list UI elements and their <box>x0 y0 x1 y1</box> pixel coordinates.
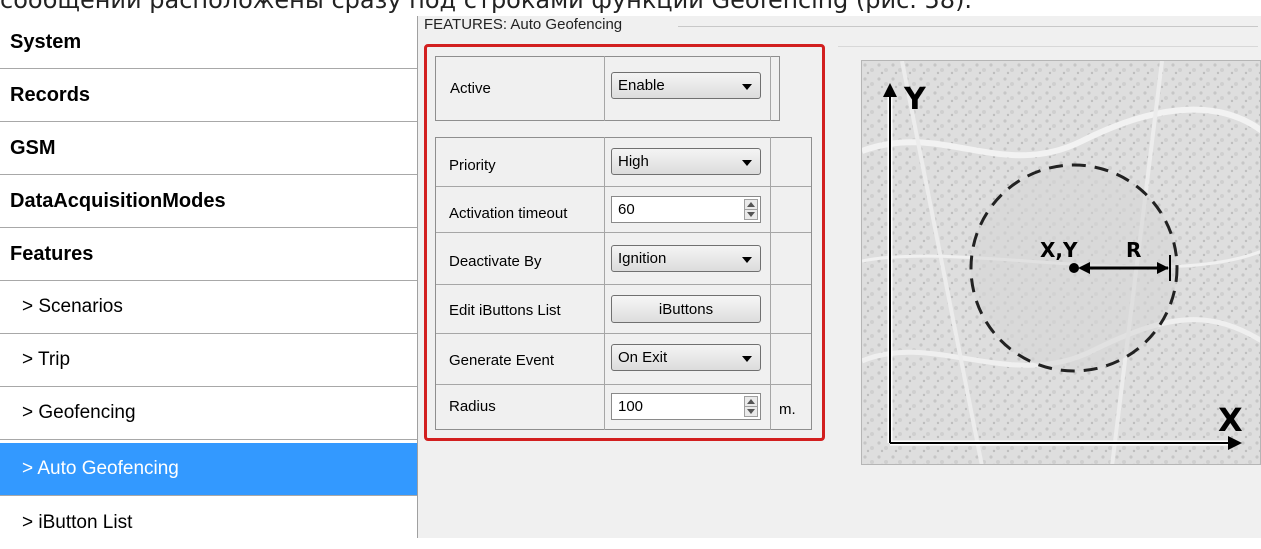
center-label: X,Y <box>1040 238 1078 262</box>
document-text: сообщений расположены сразу под строками… <box>0 0 973 14</box>
sidebar-item-gsm[interactable]: GSM <box>0 122 417 175</box>
generate-event-select[interactable]: On Exit <box>611 344 761 371</box>
sidebar-item-label: > iButton List <box>22 511 133 533</box>
group-border-inner <box>838 46 1258 47</box>
chevron-down-icon <box>742 356 752 362</box>
geofence-illustration: Y X X,Y R <box>862 61 1260 464</box>
deactivate-by-label: Deactivate By <box>449 253 542 270</box>
sidebar-item-data-acquisition-modes[interactable]: DataAcquisitionModes <box>0 175 417 228</box>
sidebar-item-label: > Scenarios <box>22 296 123 317</box>
sidebar-item-scenarios[interactable]: > Scenarios <box>0 281 417 334</box>
spinner-arrows-icon[interactable] <box>744 199 758 220</box>
radius-unit: m. <box>779 401 796 418</box>
sidebar-item-records[interactable]: Records <box>0 69 417 122</box>
x-axis-label: X <box>1218 401 1243 439</box>
sidebar-item-features[interactable]: Features <box>0 228 417 281</box>
spinner-arrows-icon[interactable] <box>744 396 758 417</box>
radius-value: 100 <box>618 398 644 415</box>
activation-timeout-stepper[interactable]: 60 <box>611 196 761 223</box>
ibuttons-button[interactable]: iButtons <box>611 295 761 323</box>
document-text-strip: сообщений расположены сразу под строками… <box>0 0 1261 16</box>
active-value: Enable <box>618 77 665 94</box>
sidebar-item-label: > Auto Geofencing <box>22 458 179 479</box>
active-select[interactable]: Enable <box>611 72 761 99</box>
deactivate-by-value: Ignition <box>618 250 667 267</box>
sidebar-item-label: > Geofencing <box>22 402 136 423</box>
priority-value: High <box>618 153 649 170</box>
priority-label: Priority <box>449 157 496 174</box>
geofence-diagram: Y X X,Y R <box>861 60 1261 465</box>
highlight-frame <box>424 44 825 441</box>
sidebar-item-label: > Trip <box>22 349 71 370</box>
group-border <box>678 26 1258 27</box>
radius-label: Radius <box>449 398 496 415</box>
priority-select[interactable]: High <box>611 148 761 175</box>
chevron-down-icon <box>742 257 752 263</box>
generate-event-value: On Exit <box>618 349 668 366</box>
edit-ibuttons-label: Edit iButtons List <box>449 302 561 319</box>
group-title: FEATURES: Auto Geofencing <box>422 16 625 33</box>
sidebar-item-geofencing[interactable]: > Geofencing <box>0 387 417 440</box>
sidebar-item-label: Records <box>10 83 91 106</box>
sidebar-item-system[interactable]: System <box>0 16 417 69</box>
y-axis-label: Y <box>903 82 927 117</box>
chevron-down-icon <box>742 160 752 166</box>
sidebar-item-ibutton-list[interactable]: > iButton List <box>0 496 417 549</box>
sidebar-item-label: GSM <box>10 136 56 159</box>
radius-stepper[interactable]: 100 <box>611 393 761 420</box>
sidebar-item-label: Features <box>10 242 94 265</box>
deactivate-by-select[interactable]: Ignition <box>611 245 761 272</box>
activation-timeout-label: Activation timeout <box>449 205 568 222</box>
generate-event-label: Generate Event <box>449 352 555 369</box>
active-label: Active <box>450 80 491 97</box>
ibuttons-button-label: iButtons <box>658 300 714 318</box>
activation-timeout-value: 60 <box>618 201 635 218</box>
chevron-down-icon <box>742 84 752 90</box>
sidebar-item-label: System <box>10 30 82 53</box>
radius-diagram-label: R <box>1126 238 1141 262</box>
sidebar-item-trip[interactable]: > Trip <box>0 334 417 387</box>
sidebar-item-auto-geofencing[interactable]: > Auto Geofencing <box>0 443 417 496</box>
sidebar: System Records GSM DataAcquisitionModes … <box>0 16 418 538</box>
sidebar-item-label: DataAcquisitionModes <box>10 189 226 212</box>
